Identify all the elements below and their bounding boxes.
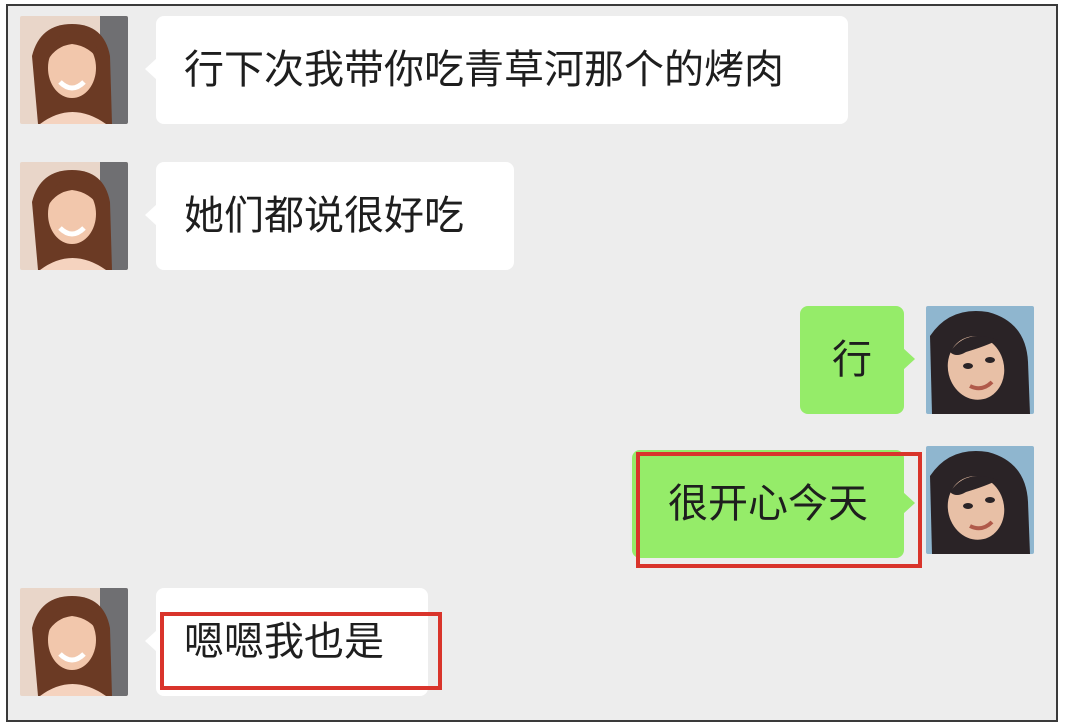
contact-avatar[interactable] xyxy=(20,16,128,124)
chat-window: 行下次我带你吃青草河那个的烤肉 她们都说很好吃 行 很开心今天 嗯嗯我也是 xyxy=(6,4,1058,722)
message-bubble-incoming[interactable]: 行下次我带你吃青草河那个的烤肉 xyxy=(145,16,848,124)
message-text: 行下次我带你吃青草河那个的烤肉 xyxy=(184,47,784,93)
message-text: 她们都说很好吃 xyxy=(184,193,464,239)
message-bubble-outgoing[interactable]: 很开心今天 xyxy=(632,450,915,558)
message-text: 嗯嗯我也是 xyxy=(184,619,384,665)
message-bubble-incoming[interactable]: 嗯嗯我也是 xyxy=(145,588,428,696)
message-text: 很开心今天 xyxy=(668,481,868,527)
contact-avatar[interactable] xyxy=(20,162,128,270)
self-user-avatar-icon xyxy=(926,306,1034,414)
female-contact-avatar-icon xyxy=(20,16,128,124)
self-user-avatar-icon xyxy=(926,446,1034,554)
message-text: 行 xyxy=(832,337,872,383)
self-avatar[interactable] xyxy=(926,446,1034,554)
female-contact-avatar-icon xyxy=(20,162,128,270)
self-avatar[interactable] xyxy=(926,306,1034,414)
message-bubble-incoming[interactable]: 她们都说很好吃 xyxy=(145,162,514,270)
contact-avatar[interactable] xyxy=(20,588,128,696)
female-contact-avatar-icon xyxy=(20,588,128,696)
message-bubble-outgoing[interactable]: 行 xyxy=(800,306,915,414)
